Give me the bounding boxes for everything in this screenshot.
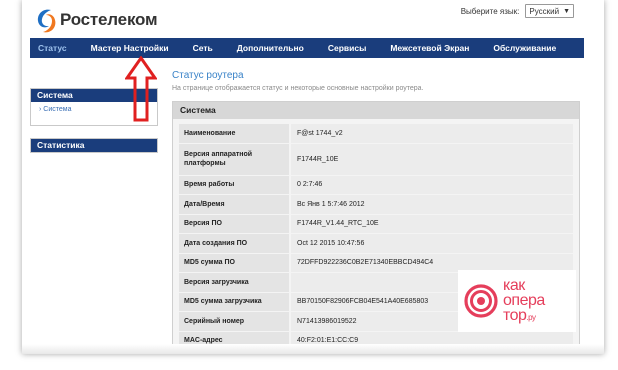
chevron-down-icon: ▼: [563, 7, 570, 15]
row-label: Дата создания ПО: [179, 234, 291, 253]
watermark-line-3: тор.ру: [503, 306, 545, 325]
sidebar-stats-group: Статистика: [30, 138, 158, 153]
row-label: MD5 сумма ПО: [179, 253, 291, 272]
table-row: MAC-адрес 40:F2:01:E1:CC:C9: [179, 331, 573, 347]
row-label: Серийный номер: [179, 312, 291, 331]
table-row: Дата/Время Вс Янв 1 5:7:46 2012: [179, 195, 573, 215]
watermark-text: как опера тор.ру: [503, 276, 545, 325]
row-value: Oct 12 2015 10:47:56: [291, 234, 573, 253]
section-title: Система: [173, 102, 579, 119]
red-arrow-annotation: [125, 56, 157, 122]
row-label: Дата/Время: [179, 195, 291, 214]
language-label: Выберите язык:: [460, 6, 520, 16]
table-row: Наименование F@st 1744_v2: [179, 124, 573, 144]
row-label: MD5 сумма загрузчика: [179, 292, 291, 311]
language-selector: Выберите язык: Русский ▼: [461, 4, 574, 18]
language-dropdown[interactable]: Русский ▼: [525, 4, 574, 18]
watermark-line-2: опера: [503, 291, 545, 309]
row-value: F1744R_10E: [291, 143, 573, 175]
tab-firewall[interactable]: Межсетевой Экран: [390, 43, 469, 53]
rostelecom-logo-icon: [37, 9, 56, 33]
table-row: Версия ПО F1744R_V1.44_RTC_10E: [179, 214, 573, 234]
brand-name: Ростелеком: [60, 10, 158, 29]
row-label: MAC-адрес: [179, 331, 291, 347]
row-label: Версия ПО: [179, 214, 291, 233]
watermark-line-3-text: тор: [503, 306, 527, 324]
page-description: На странице отображается статус и некото…: [172, 85, 424, 92]
main-nav: Статус Мастер Настройки Сеть Дополнитель…: [30, 38, 584, 58]
row-label: Время работы: [179, 175, 291, 194]
sidebar-subitem-label: Система: [43, 106, 72, 113]
language-value: Русский: [529, 6, 560, 16]
table-row: Версия аппаратной платформы F1744R_10E: [179, 143, 573, 176]
row-label: Наименование: [179, 124, 291, 143]
watermark-suffix: .ру: [526, 312, 536, 322]
table-row: Время работы 0 2:7:46: [179, 175, 573, 195]
kakoperator-watermark: как опера тор.ру: [458, 270, 576, 332]
tab-services[interactable]: Сервисы: [328, 43, 367, 53]
rostelecom-logo: Ростелеком: [34, 4, 158, 36]
page-title: Статус роутера: [172, 70, 244, 81]
tab-setup-wizard[interactable]: Мастер Настройки: [91, 43, 169, 53]
signal-rings-icon: [464, 284, 498, 318]
sidebar-item-statistics[interactable]: Статистика: [31, 139, 157, 152]
row-value: Вс Янв 1 5:7:46 2012: [291, 195, 573, 214]
row-label: Версия загрузчика: [179, 273, 291, 292]
tab-advanced[interactable]: Дополнительно: [237, 43, 304, 53]
row-value: F1744R_V1.44_RTC_10E: [291, 214, 573, 233]
tab-network[interactable]: Сеть: [193, 43, 213, 53]
row-value: F@st 1744_v2: [291, 124, 573, 143]
tab-status[interactable]: Статус: [38, 43, 67, 53]
table-row: Дата создания ПО Oct 12 2015 10:47:56: [179, 234, 573, 254]
row-value: 0 2:7:46: [291, 175, 573, 194]
tab-maintenance[interactable]: Обслуживание: [493, 43, 556, 53]
row-label: Версия аппаратной платформы: [179, 143, 291, 175]
watermark-line-1: как: [503, 276, 525, 294]
row-value: 40:F2:01:E1:CC:C9: [291, 331, 573, 347]
